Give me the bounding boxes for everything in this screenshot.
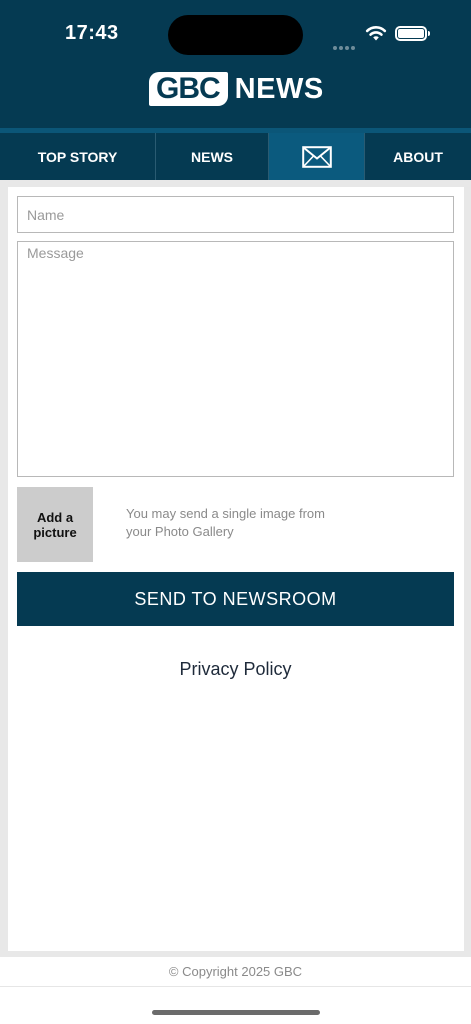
envelope-icon bbox=[301, 145, 332, 168]
app-header: 17:43 GBC NEWS bbox=[0, 0, 471, 128]
wifi-icon bbox=[365, 26, 387, 41]
dynamic-island bbox=[168, 15, 303, 55]
battery-icon bbox=[395, 26, 430, 41]
tab-about[interactable]: ABOUT bbox=[365, 133, 471, 180]
copyright-footer: © Copyright 2025 GBC bbox=[0, 957, 471, 987]
tab-news[interactable]: NEWS bbox=[156, 133, 269, 180]
logo-mark: GBC bbox=[149, 72, 228, 106]
gbc-news-logo: GBC NEWS bbox=[149, 72, 324, 106]
picture-hint-text: You may send a single image from your Ph… bbox=[126, 506, 325, 539]
logo-wordmark: NEWS bbox=[234, 72, 324, 105]
add-picture-button[interactable]: Add a picture bbox=[17, 487, 93, 562]
top-nav: TOP STORY NEWS ABOUT bbox=[0, 128, 471, 180]
name-field[interactable] bbox=[17, 196, 454, 233]
tab-top-story[interactable]: TOP STORY bbox=[0, 133, 156, 180]
send-to-newsroom-button[interactable]: SEND TO NEWSROOM bbox=[17, 572, 454, 626]
message-field[interactable] bbox=[17, 241, 454, 477]
home-indicator[interactable] bbox=[152, 1010, 320, 1015]
status-time: 17:43 bbox=[65, 22, 119, 44]
tab-contact[interactable] bbox=[269, 133, 365, 180]
privacy-policy-link[interactable]: Privacy Policy bbox=[0, 659, 471, 680]
cellular-signal-icon bbox=[333, 37, 357, 55]
